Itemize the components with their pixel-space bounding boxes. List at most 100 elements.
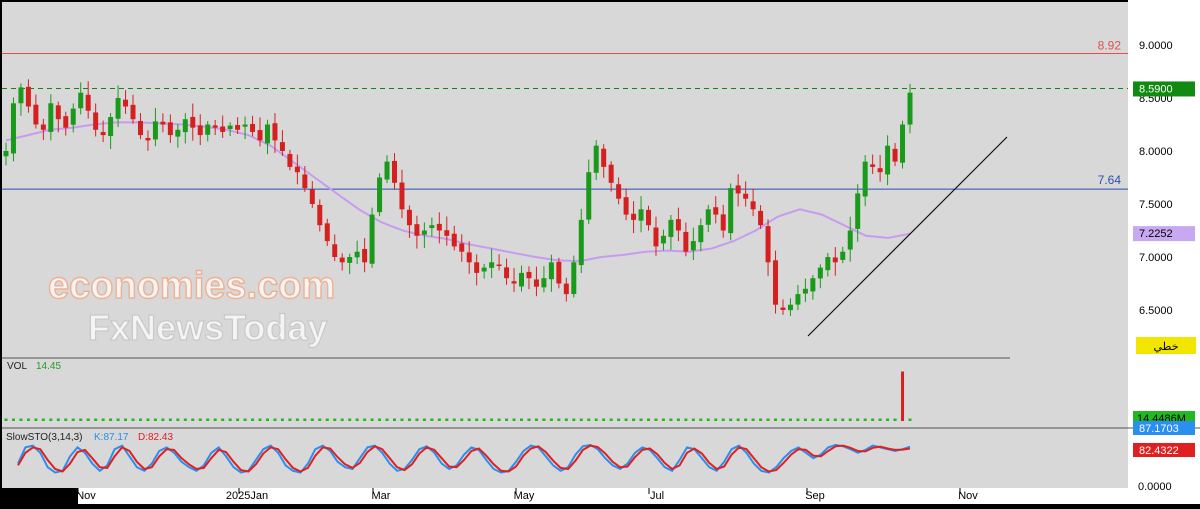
volume-bar xyxy=(572,418,576,421)
stochastic-zero-label: 0.0000 xyxy=(1138,481,1172,493)
candle-up xyxy=(690,241,696,251)
candle-down xyxy=(391,160,397,183)
candle-up xyxy=(10,103,16,154)
volume-bar xyxy=(564,418,568,421)
candle-up xyxy=(354,251,360,258)
volume-bar xyxy=(460,418,464,421)
candle-down xyxy=(631,213,637,220)
candle-down xyxy=(720,214,726,231)
candle-down xyxy=(287,153,293,167)
candle-down xyxy=(765,226,771,263)
volume-bar xyxy=(684,418,688,421)
candle-up xyxy=(242,124,248,127)
candle-down xyxy=(459,243,465,252)
volume-bar xyxy=(661,418,665,421)
volume-bar xyxy=(908,418,912,421)
watermark-fxnewstoday: FxNewsToday xyxy=(88,307,327,348)
candle-down xyxy=(362,248,368,263)
candle-down xyxy=(25,86,31,107)
volume-bar xyxy=(430,418,434,421)
volume-bar xyxy=(422,418,426,421)
candle-down xyxy=(145,137,151,141)
volume-bar xyxy=(288,418,292,421)
volume-bar xyxy=(206,418,210,421)
volume-bar xyxy=(579,418,583,421)
volume-bar xyxy=(161,418,165,421)
candle-up xyxy=(369,214,375,264)
candle-down xyxy=(294,166,300,173)
volume-bar xyxy=(153,418,157,421)
volume-bar xyxy=(609,418,613,421)
candle-up xyxy=(489,262,495,268)
volume-bar xyxy=(56,418,60,421)
candle-down xyxy=(533,279,539,287)
time-tick-label: Mar xyxy=(372,490,391,502)
volume-bar xyxy=(221,418,225,421)
volume-bar xyxy=(467,418,471,421)
plot-background xyxy=(2,2,1128,488)
volume-bar xyxy=(400,418,404,421)
volume-bar xyxy=(378,418,382,421)
price-tick-label: 7.5000 xyxy=(1139,199,1173,211)
candle-up xyxy=(728,188,734,234)
stochastic-label: SlowSTO(3,14,3) xyxy=(6,432,83,443)
volume-bar xyxy=(34,418,38,421)
candle-down xyxy=(302,174,308,189)
candle-down xyxy=(608,164,614,183)
candle-down xyxy=(332,244,338,257)
candle-down xyxy=(167,122,173,136)
volume-bar xyxy=(617,418,621,421)
candle-up xyxy=(705,209,711,225)
candle-up xyxy=(384,161,390,180)
candle-down xyxy=(399,182,405,210)
candle-up xyxy=(205,124,211,135)
volume-bar xyxy=(183,418,187,421)
volume-bar xyxy=(863,418,867,421)
volume-bar xyxy=(303,418,307,421)
candle-down xyxy=(220,126,226,132)
volume-bar xyxy=(714,418,718,421)
candle-up xyxy=(802,288,808,294)
candle-down xyxy=(272,123,278,141)
volume-bar xyxy=(363,418,367,421)
volume-bar xyxy=(632,418,636,421)
volume-bar xyxy=(243,418,247,421)
volume-bar xyxy=(691,418,695,421)
price-tick-label: 8.0000 xyxy=(1139,146,1173,158)
candle-down xyxy=(474,262,480,273)
volume-bar xyxy=(542,418,546,421)
volume-bar xyxy=(355,418,359,421)
volume-bar xyxy=(116,418,120,421)
candle-up xyxy=(519,272,525,287)
volume-bar xyxy=(198,418,202,421)
candle-down xyxy=(773,260,779,305)
candle-up xyxy=(593,145,599,173)
volume-bar xyxy=(131,418,135,421)
volume-bar xyxy=(318,418,322,421)
candle-down xyxy=(556,261,562,284)
candle-down xyxy=(414,224,420,236)
volume-bar xyxy=(340,418,344,421)
candle-up xyxy=(481,267,487,272)
volume-bar xyxy=(26,418,30,421)
candle-down xyxy=(616,184,622,199)
candle-down xyxy=(279,142,285,151)
volume-bar xyxy=(94,418,98,421)
candle-down xyxy=(339,257,345,263)
volume-bar xyxy=(146,418,150,421)
candle-down xyxy=(197,125,203,136)
candle-up xyxy=(847,230,853,250)
candle-down xyxy=(40,124,46,130)
candle-up xyxy=(660,235,666,244)
volume-bar xyxy=(273,418,277,421)
volume-bar xyxy=(265,418,269,421)
candle-up xyxy=(227,125,233,130)
candle-down xyxy=(646,209,652,226)
candle-up xyxy=(668,219,674,237)
candle-up xyxy=(3,151,9,157)
price-tick-label: 6.5000 xyxy=(1139,305,1173,317)
volume-bar xyxy=(280,418,284,421)
volume-bar xyxy=(512,418,516,421)
candle-down xyxy=(160,121,166,125)
candle-up xyxy=(638,209,644,221)
